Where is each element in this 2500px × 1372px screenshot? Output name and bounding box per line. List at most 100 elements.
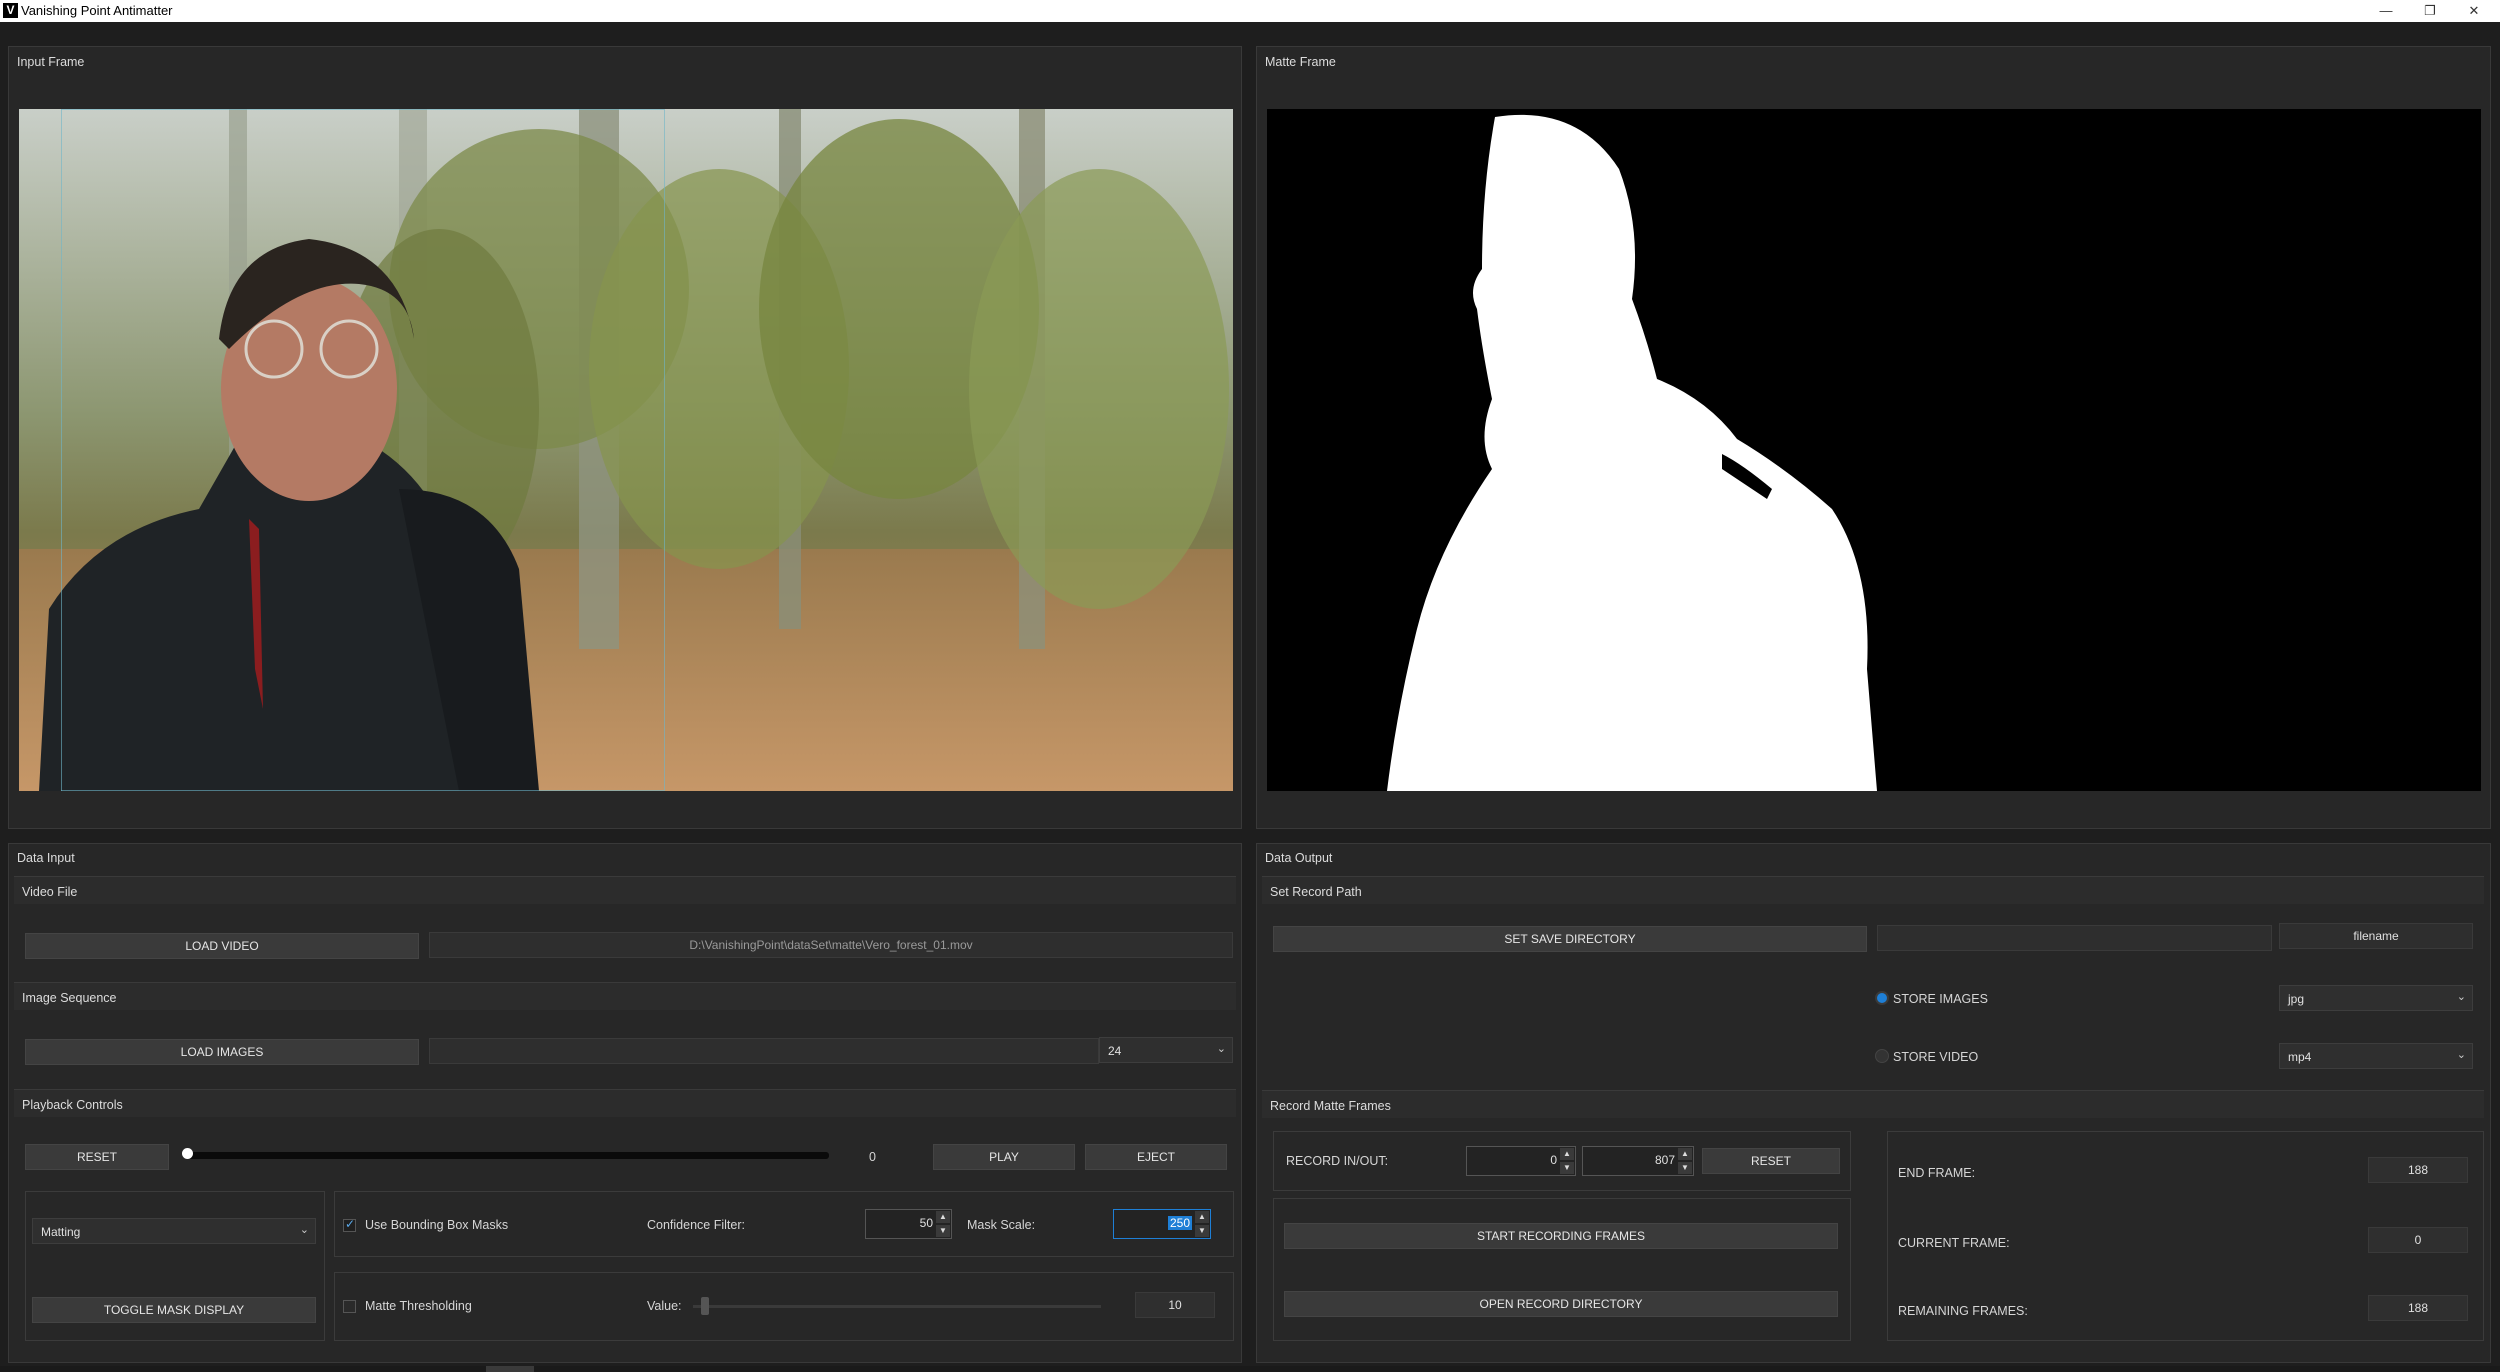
chevron-down-icon: ⌄	[299, 1224, 309, 1236]
matte-frame-panel: Matte Frame	[1256, 46, 2491, 829]
save-directory-field[interactable]	[1877, 925, 2272, 951]
threshold-checkbox[interactable]	[343, 1300, 356, 1313]
video-format-dropdown[interactable]: mp4 ⌄	[2279, 1043, 2473, 1069]
matte-frame-title: Matte Frame	[1265, 55, 1336, 69]
spin-down-icon[interactable]: ▼	[1195, 1225, 1209, 1237]
matte-video-frame	[1267, 109, 2481, 791]
record-in-out-group: RECORD IN/OUT: 0 ▲ ▼ 807 ▲ ▼ RESET	[1273, 1131, 1851, 1191]
end-frame-value: 188	[2368, 1157, 2468, 1183]
image-format-value: jpg	[2288, 992, 2305, 1006]
video-file-heading: Video File	[22, 885, 78, 899]
minimize-icon[interactable]: —	[2364, 0, 2408, 22]
playback-controls-header: Playback Controls	[14, 1089, 1236, 1117]
open-record-directory-button[interactable]: OPEN RECORD DIRECTORY	[1284, 1291, 1838, 1317]
data-input-title: Data Input	[17, 851, 75, 865]
chevron-down-icon: ⌄	[2456, 1049, 2466, 1061]
record-actions-group: START RECORDING FRAMES OPEN RECORD DIREC…	[1273, 1198, 1851, 1341]
record-frames-heading: Record Matte Frames	[1270, 1099, 1391, 1113]
record-path-header: Set Record Path	[1262, 876, 2484, 904]
record-in-spinbox[interactable]: 0 ▲ ▼	[1466, 1146, 1576, 1176]
record-reset-button[interactable]: RESET	[1702, 1148, 1840, 1174]
mode-dropdown[interactable]: Matting ⌄	[32, 1218, 316, 1244]
images-path-field[interactable]	[429, 1038, 1099, 1064]
confidence-spinbox[interactable]: 50 ▲ ▼	[865, 1209, 952, 1239]
set-save-directory-button[interactable]: SET SAVE DIRECTORY	[1273, 926, 1867, 952]
fps-dropdown[interactable]: 24 ⌄	[1099, 1037, 1233, 1063]
current-frame-label: CURRENT FRAME:	[1898, 1236, 2010, 1250]
bbox-checkbox[interactable]: ✓	[343, 1217, 356, 1232]
matte-silhouette	[1387, 114, 1877, 791]
mode-group: Matting ⌄ TOGGLE MASK DISPLAY	[25, 1191, 325, 1341]
bbox-group: ✓ Use Bounding Box Masks Confidence Filt…	[334, 1191, 1234, 1257]
image-sequence-heading: Image Sequence	[22, 991, 117, 1005]
chevron-down-icon: ⌄	[2456, 991, 2466, 1003]
record-in-out-label: RECORD IN/OUT:	[1286, 1154, 1389, 1168]
scrub-slider-track[interactable]	[187, 1152, 829, 1159]
spin-down-icon[interactable]: ▼	[936, 1225, 950, 1237]
window-title: Vanishing Point Antimatter	[21, 3, 173, 18]
threshold-value-label: Value:	[647, 1299, 682, 1313]
spin-up-icon[interactable]: ▲	[936, 1211, 950, 1223]
checkmark-icon: ✓	[345, 1217, 356, 1231]
mask-scale-value: 250	[1167, 1216, 1192, 1230]
video-path-field[interactable]: D:\VanishingPoint\dataSet\matte\Vero_for…	[429, 932, 1233, 958]
input-video-frame	[19, 109, 1233, 791]
toggle-mask-display-button[interactable]: TOGGLE MASK DISPLAY	[32, 1297, 316, 1323]
eject-button[interactable]: EJECT	[1085, 1144, 1227, 1170]
load-video-button[interactable]: LOAD VIDEO	[25, 933, 419, 959]
spin-up-icon[interactable]: ▲	[1560, 1148, 1574, 1160]
remaining-frames-label: REMAINING FRAMES:	[1898, 1304, 2028, 1318]
remaining-frames-value: 188	[2368, 1295, 2468, 1321]
image-format-dropdown[interactable]: jpg ⌄	[2279, 985, 2473, 1011]
app-logo-icon: V	[3, 3, 18, 18]
chevron-down-icon: ⌄	[1216, 1043, 1226, 1055]
input-frame-panel: Input Frame	[8, 46, 1242, 829]
threshold-slider-track[interactable]	[693, 1305, 1101, 1308]
record-in-value: 0	[1550, 1153, 1557, 1167]
image-sequence-header: Image Sequence	[14, 982, 1236, 1010]
threshold-value-field[interactable]: 10	[1135, 1292, 1215, 1318]
threshold-label: Matte Thresholding	[365, 1299, 472, 1313]
store-video-radio[interactable]	[1875, 1049, 1889, 1063]
close-icon[interactable]: ✕	[2452, 0, 2496, 22]
record-out-spinbox[interactable]: 807 ▲ ▼	[1582, 1146, 1694, 1176]
data-input-panel: Data Input Video File LOAD VIDEO D:\Vani…	[8, 843, 1242, 1363]
store-images-label: STORE IMAGES	[1893, 992, 1988, 1006]
record-path-heading: Set Record Path	[1270, 885, 1362, 899]
spin-down-icon[interactable]: ▼	[1560, 1162, 1574, 1174]
data-output-title: Data Output	[1265, 851, 1333, 865]
scrub-slider-handle[interactable]	[182, 1148, 193, 1159]
fps-value: 24	[1108, 1044, 1122, 1058]
bbox-label: Use Bounding Box Masks	[365, 1218, 509, 1232]
playback-controls-heading: Playback Controls	[22, 1098, 123, 1112]
title-bar: V Vanishing Point Antimatter — ❐ ✕	[0, 0, 2500, 22]
input-frame-title: Input Frame	[17, 55, 85, 69]
current-frame-readout: 0	[869, 1150, 876, 1164]
video-file-header: Video File	[14, 876, 1236, 904]
confidence-label: Confidence Filter:	[647, 1218, 745, 1232]
start-recording-button[interactable]: START RECORDING FRAMES	[1284, 1223, 1838, 1249]
record-out-value: 807	[1654, 1153, 1675, 1167]
store-images-radio[interactable]	[1875, 991, 1889, 1005]
threshold-slider-handle[interactable]	[701, 1297, 710, 1315]
confidence-value: 50	[919, 1216, 933, 1230]
load-images-button[interactable]: LOAD IMAGES	[25, 1039, 419, 1065]
threshold-group: Matte Thresholding Value: 10	[334, 1272, 1234, 1341]
spin-up-icon[interactable]: ▲	[1678, 1148, 1692, 1160]
mask-scale-spinbox[interactable]: 250 ▲ ▼	[1113, 1209, 1211, 1239]
end-frame-label: END FRAME:	[1898, 1166, 1976, 1180]
store-video-label: STORE VIDEO	[1893, 1050, 1979, 1064]
record-frames-header: Record Matte Frames	[1262, 1090, 2484, 1118]
mode-value: Matting	[41, 1225, 81, 1239]
input-frame-image	[19, 109, 1233, 791]
record-status-group: END FRAME: 188 CURRENT FRAME: 0 REMAININ…	[1887, 1131, 2484, 1341]
play-button[interactable]: PLAY	[933, 1144, 1075, 1170]
spin-up-icon[interactable]: ▲	[1195, 1211, 1209, 1223]
data-output-panel: Data Output Set Record Path SET SAVE DIR…	[1256, 843, 2491, 1363]
spin-down-icon[interactable]: ▼	[1678, 1162, 1692, 1174]
playback-reset-button[interactable]: RESET	[25, 1144, 169, 1170]
filename-field[interactable]: filename	[2279, 923, 2473, 949]
restore-icon[interactable]: ❐	[2408, 0, 2452, 22]
current-frame-value: 0	[2368, 1227, 2468, 1253]
splitter-handle[interactable]	[486, 1366, 534, 1372]
